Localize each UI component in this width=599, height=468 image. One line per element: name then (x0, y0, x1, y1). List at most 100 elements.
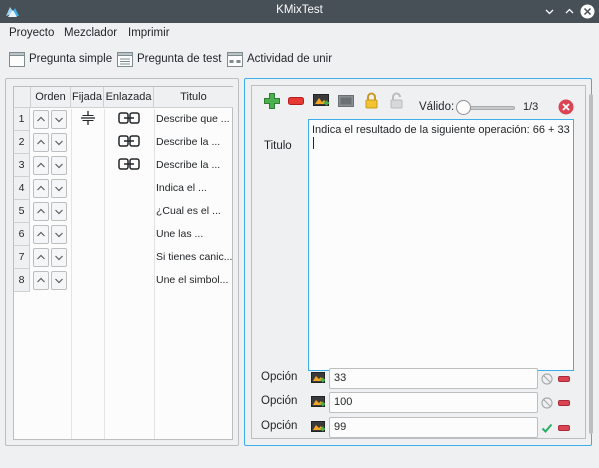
chevron-up-icon (37, 139, 45, 145)
enlazada-cell[interactable] (105, 131, 154, 154)
header-titulo[interactable]: Titulo (154, 87, 233, 108)
header-enlazada[interactable]: Enlazada (104, 87, 154, 108)
enlazada-cell[interactable] (105, 200, 154, 223)
option-image-icon[interactable] (311, 396, 325, 408)
enlazada-cell[interactable] (105, 269, 154, 292)
option-input[interactable]: 100 (329, 392, 538, 413)
pregunta-simple-button[interactable]: Pregunta simple (9, 50, 112, 68)
fijada-cell[interactable] (72, 131, 104, 154)
menu-bar: Proyecto Mezclador Imprimir (0, 23, 599, 43)
title-bar: KMixTest (0, 0, 599, 23)
move-down-button[interactable] (51, 133, 67, 152)
move-up-button[interactable] (33, 110, 49, 129)
add-icon[interactable] (263, 92, 281, 110)
option-image-icon[interactable] (311, 421, 325, 433)
move-down-button[interactable] (51, 156, 67, 175)
remove-option-icon[interactable] (558, 397, 570, 409)
row-number[interactable]: 6 (14, 223, 30, 246)
menu-proyecto[interactable]: Proyecto (9, 27, 54, 39)
chevron-down-icon (55, 255, 63, 261)
row-number[interactable]: 2 (14, 131, 30, 154)
row-number[interactable]: 1 (14, 108, 30, 131)
move-up-button[interactable] (33, 156, 49, 175)
join-activity-icon (227, 51, 243, 67)
move-up-button[interactable] (33, 225, 49, 244)
menu-mezclador[interactable]: Mezclador (64, 27, 117, 39)
chevron-up-icon (37, 254, 45, 260)
option-image-icon[interactable] (311, 372, 325, 384)
move-down-button[interactable] (51, 225, 67, 244)
corner-header (14, 87, 31, 108)
remove-option-icon[interactable] (558, 373, 570, 385)
question-title-cell[interactable]: Describe la ... (156, 136, 232, 148)
close-question-icon[interactable] (558, 99, 574, 115)
enlazada-cell[interactable] (105, 154, 154, 177)
move-up-button[interactable] (33, 179, 49, 198)
link-icon (118, 112, 140, 124)
enlazada-cell[interactable] (105, 246, 154, 269)
chevron-up-icon (37, 185, 45, 191)
fijada-cell[interactable] (72, 108, 104, 131)
close-icon[interactable] (579, 3, 596, 20)
move-up-button[interactable] (33, 202, 49, 221)
chevron-down-icon (55, 186, 63, 192)
maximize-icon[interactable] (561, 3, 578, 20)
question-title-cell[interactable]: Indica el ... (156, 182, 232, 194)
header-orden[interactable]: Orden (31, 87, 71, 108)
move-down-button[interactable] (51, 202, 67, 221)
lock-icon[interactable] (365, 92, 378, 109)
valido-slider-handle[interactable] (456, 100, 471, 115)
fijada-cell[interactable] (72, 177, 104, 200)
pregunta-test-button[interactable]: Pregunta de test (117, 50, 221, 68)
invalid-icon[interactable] (541, 397, 553, 409)
enlazada-cell[interactable] (105, 177, 154, 200)
add-image-icon[interactable] (313, 94, 329, 108)
editor-scrollbar[interactable] (589, 94, 593, 434)
row-number[interactable]: 8 (14, 269, 30, 292)
enlazada-cell[interactable] (105, 223, 154, 246)
fijada-cell[interactable] (72, 223, 104, 246)
text-cursor (313, 137, 314, 149)
unlock-icon[interactable] (390, 92, 403, 109)
move-down-button[interactable] (51, 179, 67, 198)
pregunta-simple-label: Pregunta simple (29, 53, 113, 65)
option-input[interactable]: 33 (329, 368, 538, 389)
move-up-button[interactable] (33, 133, 49, 152)
row-number[interactable]: 7 (14, 246, 30, 269)
question-title-cell[interactable]: Une el simbol... (156, 274, 232, 286)
remove-icon[interactable] (288, 97, 304, 105)
invalid-icon[interactable] (541, 373, 553, 385)
move-down-button[interactable] (51, 248, 67, 267)
question-title-cell[interactable]: Une las ... (156, 228, 232, 240)
menu-imprimir[interactable]: Imprimir (128, 27, 170, 39)
move-up-button[interactable] (33, 271, 49, 290)
option-input[interactable]: 99 (329, 417, 538, 438)
image-icon[interactable] (338, 95, 354, 107)
move-down-button[interactable] (51, 110, 67, 129)
question-title-cell[interactable]: Si tienes canic... (156, 251, 232, 263)
enlazada-cell[interactable] (105, 108, 154, 131)
move-down-button[interactable] (51, 271, 67, 290)
chevron-up-icon (37, 277, 45, 283)
remove-option-icon[interactable] (558, 422, 570, 434)
checkmark-icon[interactable] (541, 422, 553, 434)
row-number[interactable]: 3 (14, 154, 30, 177)
fijada-cell[interactable] (72, 269, 104, 292)
actividad-unir-button[interactable]: Actividad de unir (227, 50, 332, 68)
move-up-button[interactable] (33, 248, 49, 267)
question-title-cell[interactable]: Describe la ... (156, 159, 232, 171)
fijada-cell[interactable] (72, 246, 104, 269)
minimize-icon[interactable] (541, 3, 558, 20)
pin-icon (81, 111, 95, 125)
titulo-label: Titulo (264, 140, 292, 152)
fijada-cell[interactable] (72, 200, 104, 223)
tool-bar: Pregunta simple Pregunta de test Activid… (0, 45, 599, 73)
question-title-cell[interactable]: Describe que ... (156, 113, 232, 125)
row-number[interactable]: 4 (14, 177, 30, 200)
row-number[interactable]: 5 (14, 200, 30, 223)
question-title-cell[interactable]: ¿Cual es el ... (156, 205, 232, 217)
fijada-cell[interactable] (72, 154, 104, 177)
titulo-textarea[interactable]: Indica el resultado de la siguiente oper… (308, 119, 574, 371)
header-fijada[interactable]: Fijada (71, 87, 104, 108)
questions-panel: Orden Fijada Enlazada Titulo 1 Describe q… (5, 78, 239, 446)
